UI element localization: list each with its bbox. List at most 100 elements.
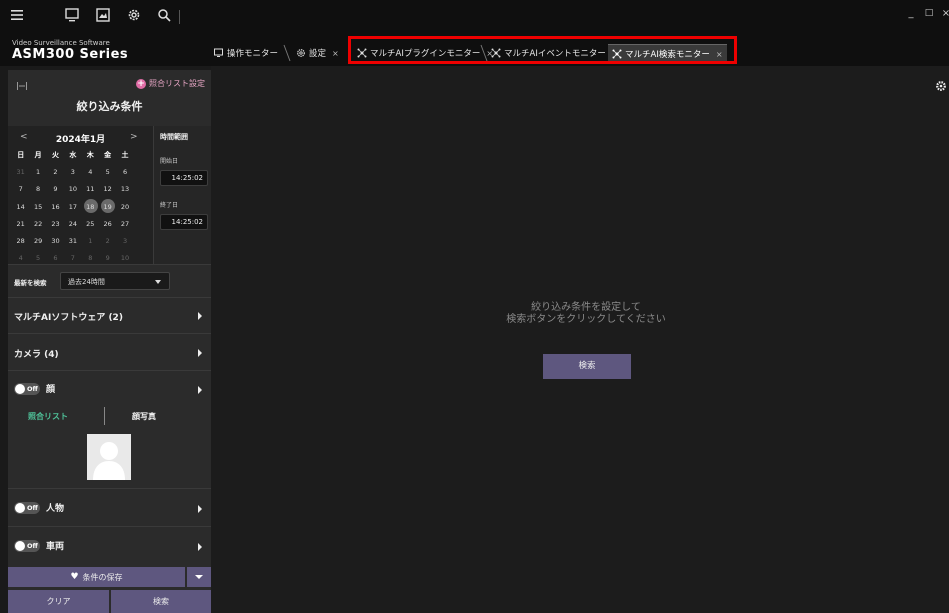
brand-title: ASM300 Series bbox=[12, 47, 129, 62]
face-tab-divider bbox=[104, 407, 105, 425]
calendar-day[interactable]: 27 bbox=[116, 220, 133, 228]
calendar-day[interactable]: 4 bbox=[12, 254, 29, 262]
calendar-day[interactable]: 9 bbox=[99, 254, 116, 262]
section-title: カメラ (4) bbox=[14, 350, 59, 360]
calendar-day[interactable]: 13 bbox=[116, 185, 133, 193]
main-search-button[interactable]: 検索 bbox=[543, 354, 631, 379]
calendar-day[interactable]: 10 bbox=[64, 185, 81, 193]
calendar-day[interactable]: 11 bbox=[82, 185, 99, 193]
calendar-day[interactable]: 3 bbox=[64, 168, 81, 176]
calendar-day[interactable]: 6 bbox=[47, 254, 64, 262]
gear-icon[interactable] bbox=[125, 6, 143, 24]
close-window-button[interactable]: × bbox=[940, 8, 949, 19]
calendar-day[interactable]: 6 bbox=[116, 168, 133, 176]
calendar-day[interactable]: 21 bbox=[12, 220, 29, 228]
calendar-day[interactable]: 22 bbox=[29, 220, 46, 228]
tab-watchlist[interactable]: 照合リスト bbox=[28, 411, 68, 422]
face-tabs: 照合リスト 顔写真 bbox=[8, 391, 211, 425]
calendar-day-selected[interactable]: 18 bbox=[82, 198, 99, 213]
section-title: マルチAIソフトウェア (2) bbox=[14, 313, 123, 323]
calendar-day[interactable]: 8 bbox=[82, 254, 99, 262]
calendar-day[interactable]: 8 bbox=[29, 185, 46, 193]
monitor-icon bbox=[214, 48, 223, 57]
calendar-day[interactable]: 15 bbox=[29, 203, 46, 211]
calendar-day[interactable]: 1 bbox=[82, 237, 99, 245]
calendar-day[interactable]: 10 bbox=[116, 254, 133, 262]
recent-period-select[interactable]: 過去24時間 bbox=[60, 272, 170, 290]
tab-face-photo[interactable]: 顔写真 bbox=[132, 411, 156, 422]
brand-subtitle: Video Surveillance Software bbox=[12, 39, 110, 47]
calendar-day[interactable]: 7 bbox=[64, 254, 81, 262]
calendar-day[interactable]: 26 bbox=[99, 220, 116, 228]
save-conditions-dropdown[interactable] bbox=[187, 567, 211, 587]
calendar-day[interactable]: 25 bbox=[82, 220, 99, 228]
empty-message-line1: 絞り込み条件を設定して bbox=[531, 302, 641, 313]
calendar-day[interactable]: 20 bbox=[116, 203, 133, 211]
search-icon[interactable] bbox=[155, 6, 173, 24]
person-silhouette-icon bbox=[93, 442, 125, 480]
calendar-day[interactable]: 7 bbox=[12, 185, 29, 193]
calendar-day[interactable]: 9 bbox=[47, 185, 64, 193]
save-conditions-button[interactable]: ♥ 条件の保存 bbox=[8, 567, 185, 587]
calendar-day[interactable]: 2 bbox=[99, 237, 116, 245]
chevron-right-icon[interactable] bbox=[198, 543, 202, 551]
section-camera[interactable]: カメラ (4) bbox=[8, 333, 211, 371]
toggle-knob bbox=[15, 541, 25, 551]
section-vehicle: Off 車両 bbox=[8, 526, 211, 565]
calendar-day[interactable]: 4 bbox=[82, 168, 99, 176]
tab-separator bbox=[283, 44, 291, 62]
minimize-button[interactable]: _ bbox=[905, 8, 917, 19]
tab-settings[interactable]: 設定 × bbox=[296, 44, 339, 62]
weekday-label: 日 bbox=[17, 150, 25, 159]
brand-logo: Video Surveillance Software ASM300 Serie… bbox=[12, 39, 128, 62]
vehicle-toggle[interactable]: Off bbox=[14, 540, 40, 552]
calendar-grid: 日 月 火 水 木 金 土 31 1 2 3 4 5 6 7 8 9 10 11… bbox=[12, 146, 152, 267]
weekday-label: 木 bbox=[86, 150, 94, 159]
weekday-label: 月 bbox=[34, 150, 42, 159]
calendar-day[interactable]: 31 bbox=[12, 168, 29, 176]
clear-button[interactable]: クリア bbox=[8, 590, 109, 613]
calendar-day[interactable]: 5 bbox=[99, 168, 116, 176]
section-multi-ai-software[interactable]: マルチAIソフトウェア (2) bbox=[8, 297, 211, 334]
calendar-day[interactable]: 23 bbox=[47, 220, 64, 228]
menu-icon[interactable] bbox=[8, 6, 26, 24]
calendar-next-button[interactable]: > bbox=[130, 132, 138, 142]
calendar-day[interactable]: 28 bbox=[12, 237, 29, 245]
face-photo-placeholder[interactable] bbox=[87, 434, 131, 480]
calendar-day[interactable]: 29 bbox=[29, 237, 46, 245]
calendar-day[interactable]: 24 bbox=[64, 220, 81, 228]
calendar-day[interactable]: 2 bbox=[47, 168, 64, 176]
section-title: 人物 bbox=[46, 504, 65, 514]
calendar-day[interactable]: 17 bbox=[64, 203, 81, 211]
calendar-day[interactable]: 3 bbox=[116, 237, 133, 245]
weekday-label: 土 bbox=[121, 150, 129, 159]
watchlist-settings-button[interactable]: + 照合リスト設定 bbox=[136, 78, 205, 89]
monitor-icon[interactable] bbox=[63, 6, 81, 24]
calendar-day[interactable]: 16 bbox=[47, 203, 64, 211]
tab-label: 設定 bbox=[309, 49, 327, 59]
end-time-input[interactable]: 14:25:02 bbox=[160, 214, 208, 230]
calendar-day-selected[interactable]: 19 bbox=[99, 198, 116, 213]
recent-search-label: 最新を検索 bbox=[14, 279, 47, 287]
collapse-panel-icon[interactable] bbox=[17, 82, 27, 90]
plus-icon: + bbox=[136, 78, 146, 89]
gear-icon[interactable] bbox=[935, 80, 947, 92]
calendar-day[interactable]: 14 bbox=[12, 203, 29, 211]
calendar-day[interactable]: 1 bbox=[29, 168, 46, 176]
tab-close-icon[interactable]: × bbox=[332, 49, 339, 58]
search-button[interactable]: 検索 bbox=[111, 590, 211, 613]
save-conditions-label: 条件の保存 bbox=[82, 572, 123, 582]
calendar-day[interactable]: 12 bbox=[99, 185, 116, 193]
empty-message-line2: 検索ボタンをクリックしてください bbox=[506, 314, 666, 325]
tab-operation-monitor[interactable]: 操作モニター bbox=[214, 44, 278, 62]
chevron-right-icon[interactable] bbox=[198, 505, 202, 513]
weekday-label: 金 bbox=[104, 150, 112, 159]
image-frame-icon[interactable] bbox=[94, 6, 112, 24]
chevron-right-icon bbox=[198, 312, 202, 320]
calendar-day[interactable]: 5 bbox=[29, 254, 46, 262]
calendar-day[interactable]: 31 bbox=[64, 237, 81, 245]
start-time-input[interactable]: 14:25:02 bbox=[160, 170, 208, 186]
calendar-day[interactable]: 30 bbox=[47, 237, 64, 245]
maximize-button[interactable]: □ bbox=[923, 8, 935, 18]
person-toggle[interactable]: Off bbox=[14, 502, 40, 514]
